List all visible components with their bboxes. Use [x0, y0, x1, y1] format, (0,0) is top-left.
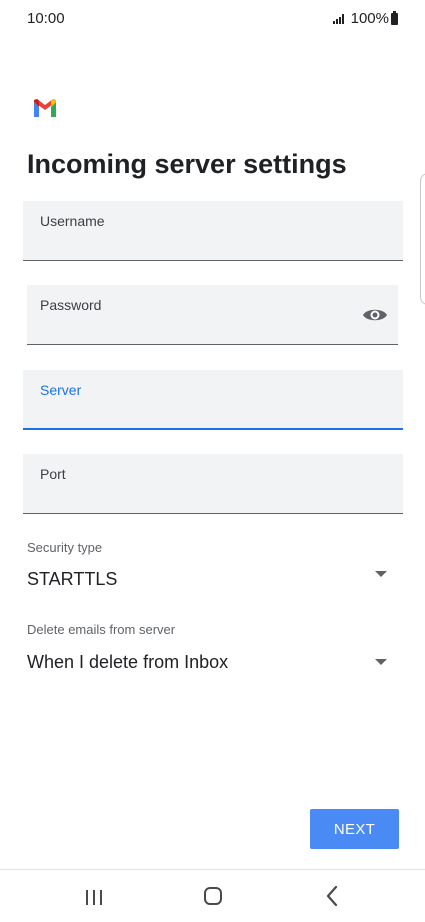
page-title: Incoming server settings [27, 149, 347, 179]
signal-icon [332, 13, 345, 24]
password-label: Password [40, 297, 102, 313]
battery-percentage: 100% [350, 10, 389, 27]
server-label: Server [40, 382, 82, 398]
security-type-value: STARTTLS [27, 569, 118, 589]
port-input[interactable] [40, 485, 386, 507]
delete-emails-label: Delete emails from server [27, 622, 176, 637]
security-type-dropdown[interactable]: STARTTLS [23, 560, 403, 596]
home-icon[interactable] [204, 887, 222, 905]
password-input[interactable] [40, 316, 348, 338]
navigation-bar [0, 869, 425, 922]
status-indicators: 100% [332, 10, 398, 27]
battery-icon [391, 10, 398, 25]
port-label: Port [40, 466, 66, 482]
security-type-label: Security type [27, 540, 103, 555]
dropdown-arrow-icon [375, 659, 387, 665]
port-field[interactable]: Port [23, 454, 403, 514]
back-icon[interactable] [325, 885, 339, 907]
dropdown-arrow-icon [375, 571, 387, 577]
server-field[interactable]: Server [23, 370, 403, 430]
username-field[interactable]: Username [23, 201, 403, 261]
username-label: Username [40, 213, 105, 229]
server-input[interactable] [40, 400, 386, 422]
screen: 10:00 100% Incoming server settings User… [0, 0, 425, 922]
delete-emails-value: When I delete from Inbox [27, 652, 229, 672]
next-button[interactable]: NEXT [310, 809, 399, 849]
gmail-logo-icon [34, 99, 56, 117]
delete-emails-dropdown[interactable]: When I delete from Inbox [23, 643, 403, 679]
password-field[interactable]: Password [27, 285, 398, 345]
recents-icon[interactable] [86, 890, 103, 905]
status-time: 10:00 [27, 10, 65, 27]
scroll-handle[interactable] [420, 173, 425, 305]
eye-icon[interactable] [362, 306, 388, 324]
status-bar: 10:00 100% [0, 0, 425, 30]
username-input[interactable] [40, 232, 386, 254]
